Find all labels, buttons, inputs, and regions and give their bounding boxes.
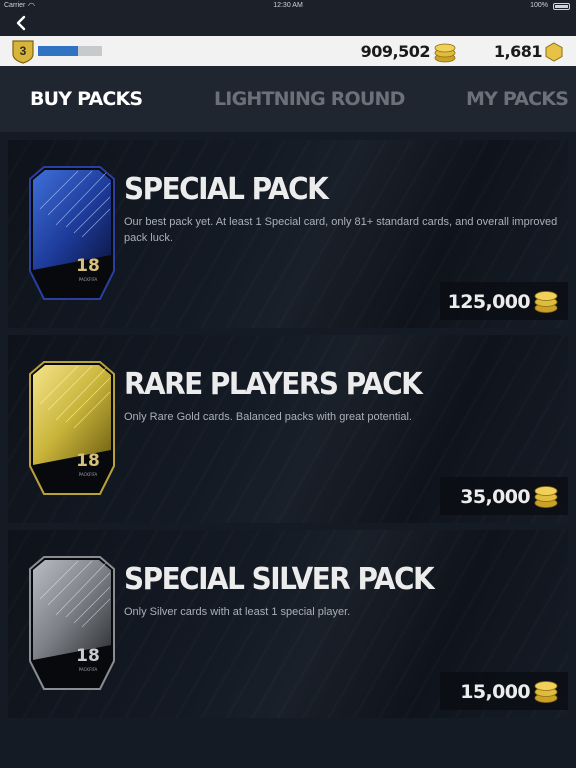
price-button[interactable]: 15,000 [440, 672, 568, 710]
price-button[interactable]: 35,000 [440, 477, 568, 515]
tab-my-packs[interactable]: MY PACKS [466, 88, 569, 110]
pack-description: Only Silver cards with at least 1 specia… [124, 606, 351, 618]
coin-stack-icon [434, 43, 456, 63]
pack-brand: PACKFIFA [79, 472, 98, 477]
pack-number: 18 [76, 646, 100, 666]
coin-stack-icon [534, 291, 558, 313]
xp-progress-fill [38, 46, 79, 56]
tab-buy-packs[interactable]: BUY PACKS [30, 88, 143, 110]
pack-image-rare-players: 18 PACKFIFA [29, 361, 115, 495]
status-bar: Carrier ◠ 12:30 AM 100% [0, 0, 576, 12]
pack-brand: PACKFIFA [79, 277, 98, 282]
pack-description: Only Rare Gold cards. Balanced packs wit… [124, 411, 412, 423]
battery-percent: 100% [530, 2, 548, 9]
pack-price: 35,000 [460, 486, 530, 508]
pack-card-special[interactable]: 18 PACKFIFA SPECIAL PACK Our best pack y… [8, 140, 568, 328]
navigation-bar [0, 12, 576, 36]
tab-bar: BUY PACKS LIGHTNING ROUND MY PACKS [0, 66, 576, 132]
pack-title: SPECIAL SILVER PACK [124, 562, 435, 597]
pack-image-special-silver: 18 PACKFIFA [29, 556, 115, 690]
level-badge[interactable]: 3 [12, 39, 34, 64]
level-number: 3 [19, 44, 27, 58]
price-button[interactable]: 125,000 [440, 282, 568, 320]
battery-icon [553, 3, 570, 10]
pack-title: SPECIAL PACK [124, 172, 329, 207]
chevron-left-icon [16, 15, 26, 31]
status-time: 12:30 AM [273, 2, 303, 9]
coin-stack-icon [534, 486, 558, 508]
tab-lightning-round[interactable]: LIGHTNING ROUND [214, 88, 405, 110]
pack-card-special-silver[interactable]: 18 PACKFIFA SPECIAL SILVER PACK Only Sil… [8, 530, 568, 718]
pack-brand: PACKFIFA [79, 667, 98, 672]
coin-stack-icon [534, 681, 558, 703]
pack-card-rare-players[interactable]: 18 PACKFIFA RARE PLAYERS PACK Only Rare … [8, 335, 568, 523]
pack-price: 125,000 [447, 291, 531, 313]
pack-title: RARE PLAYERS PACK [124, 367, 423, 402]
points-balance: 1,681 [493, 42, 543, 61]
pack-image-special: 18 PACKFIFA [29, 166, 115, 300]
currency-bar: 3 909,502 1,681 [0, 36, 576, 66]
pack-price: 15,000 [460, 681, 530, 703]
back-button[interactable] [14, 14, 34, 34]
xp-progress-bar [38, 46, 102, 56]
pack-list: 18 PACKFIFA SPECIAL PACK Our best pack y… [0, 132, 576, 768]
pack-description: Our best pack yet. At least 1 Special ca… [124, 216, 558, 244]
pack-number: 18 [76, 451, 100, 471]
coins-balance: 909,502 [360, 42, 431, 61]
pack-number: 18 [76, 256, 100, 276]
points-hexagon-icon [545, 42, 563, 62]
